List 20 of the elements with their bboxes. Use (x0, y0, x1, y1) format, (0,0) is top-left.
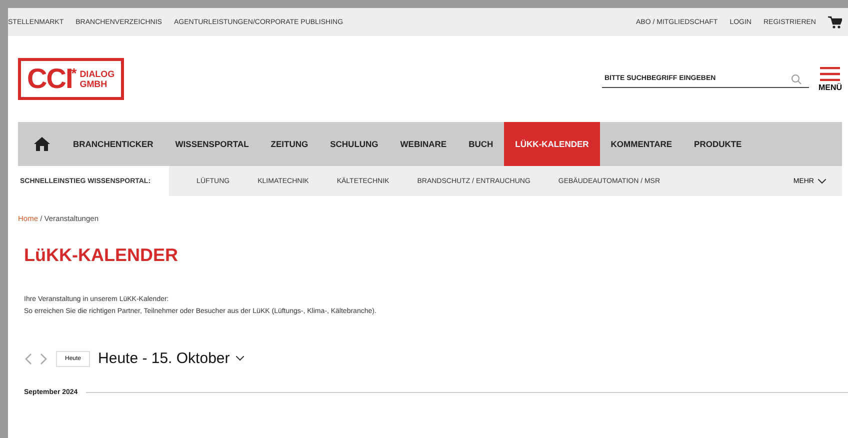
nav-tab[interactable]: KOMMENTARE (600, 122, 684, 166)
nav-tab[interactable]: WEBINARE (389, 122, 458, 166)
nav-tab[interactable]: ZEITUNG (260, 122, 320, 166)
nav-tab[interactable]: LÜKK-KALENDER (504, 122, 600, 166)
menu-button[interactable]: MENÜ (818, 66, 842, 92)
menu-icon (820, 66, 840, 80)
cart-icon[interactable] (828, 16, 842, 28)
nav-tab[interactable]: SCHULUNG (319, 122, 390, 166)
nav-tab[interactable]: BRANCHENTICKER (62, 122, 164, 166)
page-title: LüKK-KALENDER (24, 245, 179, 266)
search-icon[interactable] (791, 74, 802, 84)
chevron-icon (236, 356, 244, 361)
home-icon[interactable] (34, 137, 50, 151)
previous-icon[interactable] (24, 352, 32, 364)
nav-tab[interactable]: WISSENSPORTAL (164, 122, 260, 166)
next-icon[interactable] (40, 352, 48, 364)
nav-tab[interactable]: PRODUKTE (683, 122, 753, 166)
nav-tab[interactable]: BUCH (458, 122, 504, 166)
chevron-icon (818, 178, 826, 184)
date-picker[interactable]: Heute - 15. Oktober (98, 350, 244, 367)
